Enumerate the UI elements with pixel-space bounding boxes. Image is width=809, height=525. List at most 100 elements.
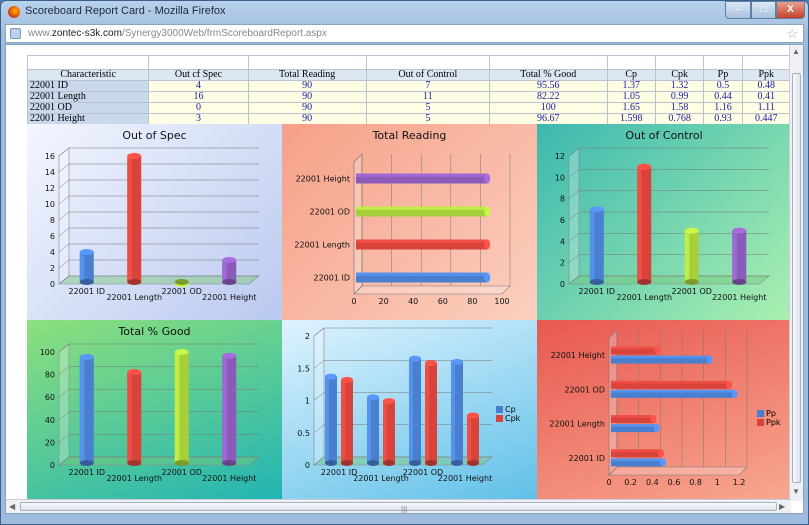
close-button[interactable]: X	[776, 1, 805, 19]
chart-panel-1: Out of Spec 0 2 4 6 8 10 12 14 16 22001 ID 22001 Le…	[27, 124, 282, 320]
bar	[127, 153, 142, 285]
bar-cap	[222, 257, 237, 263]
bar-base	[637, 279, 652, 285]
bar-highlight	[451, 361, 455, 463]
scroll-down-icon[interactable]: ▼	[792, 487, 800, 496]
y-tick-label: 10	[45, 200, 55, 209]
x-tick-label: 100	[494, 297, 509, 306]
x-tick-label: 0.6	[668, 478, 681, 487]
title-bar[interactable]: Scoreboard Report Card - Mozilla Firefox…	[1, 1, 808, 23]
scroll-left-icon[interactable]: ◀	[9, 502, 15, 511]
bar-cap	[79, 354, 94, 361]
horizontal-scrollbar[interactable]: ◀ ||| ▶	[6, 499, 791, 513]
url-text[interactable]: www.zontec-s3k.com/Synergy3000Web/frmSco…	[28, 28, 327, 39]
bar	[367, 394, 379, 466]
column-header[interactable]: Total % Good	[489, 69, 608, 81]
table-cell: 96.67	[489, 113, 608, 125]
column-header[interactable]: Total Reading	[247, 69, 367, 81]
x-tick-label: 0	[351, 297, 356, 306]
scroll-up-icon[interactable]: ▲	[792, 47, 800, 56]
y-tick-label: 8	[560, 195, 565, 204]
bar	[611, 355, 713, 364]
column-header[interactable]: Characteristic	[26, 69, 150, 81]
x-tick-label: 22001 Height	[202, 293, 256, 302]
charts-grid: Out of Spec 0 2 4 6 8 10 12 14 16 22001 ID 22001 Le…	[27, 124, 791, 501]
bar-highlight	[611, 346, 658, 350]
bar-highlight	[611, 389, 735, 393]
x-tick-label: 22001 OD	[162, 468, 202, 477]
bar	[222, 257, 237, 285]
table-cell: 1.05	[606, 91, 656, 103]
table-cell: 5	[365, 102, 491, 114]
bar-highlight	[325, 376, 329, 463]
vertical-scrollbar[interactable]: ▲ ▼	[789, 45, 803, 501]
row-label: 22001 ID	[26, 80, 150, 92]
table-cell: 1.11	[741, 102, 791, 114]
bar-base	[684, 279, 699, 285]
page-icon	[10, 28, 21, 39]
y-tick-label: 12	[555, 152, 565, 161]
bar	[611, 449, 664, 458]
bar-base	[127, 460, 142, 466]
address-bar[interactable]: www.zontec-s3k.com/Synergy3000Web/frmSco…	[5, 24, 804, 43]
blank-cell	[26, 55, 150, 70]
x-tick-label: 22001 Height	[712, 293, 766, 302]
y-tick-label: 22001 OD	[310, 208, 350, 217]
x-tick-label: 22001 Length	[353, 474, 409, 483]
browser-window: Scoreboard Report Card - Mozilla Firefox…	[0, 0, 809, 525]
bar-highlight	[684, 230, 690, 282]
bar	[79, 249, 94, 285]
x-tick-label: 22001 Height	[438, 474, 492, 483]
chart-panel-4: Total % Good 0 20 40 60 80 100 22001 ID 22001 Le…	[27, 320, 282, 501]
y-tick-label: 20	[45, 438, 55, 447]
maximize-button[interactable]: □	[751, 1, 776, 19]
bar-highlight	[341, 379, 345, 463]
vertical-scroll-thumb[interactable]	[792, 73, 801, 483]
bar-cap	[325, 373, 337, 380]
grip-icon: |||	[401, 505, 408, 514]
scroll-right-icon[interactable]: ▶	[779, 502, 785, 511]
bar-cap	[79, 249, 94, 255]
legend-label: Cpk	[505, 413, 521, 423]
bar-base	[451, 460, 463, 466]
column-header[interactable]: Cp	[606, 69, 656, 81]
legend-swatch	[496, 405, 503, 413]
bar	[79, 354, 94, 466]
table-cell: 1.65	[606, 102, 656, 114]
x-tick-label: 60	[438, 297, 448, 306]
column-header[interactable]: Out of Control	[365, 69, 491, 81]
table-cell: 0.93	[703, 113, 743, 125]
table-cell: 1.16	[703, 102, 743, 114]
y-tick-label: 80	[45, 371, 55, 380]
bar-base	[383, 460, 395, 466]
bar	[467, 412, 479, 466]
table-row: 22001 Length 16 90 11 82.22 1.05 0.99 0.44 0.41	[26, 91, 791, 103]
chart-svg: 0 0.2 0.4 0.6 0.8 1 1.2 22001 ID 22001 Length 220…	[549, 329, 748, 487]
bar	[611, 380, 733, 389]
x-tick-label: 0.8	[689, 478, 702, 487]
bar-highlight	[356, 206, 488, 210]
blank-cell	[247, 55, 367, 70]
column-header[interactable]: Cpk	[654, 69, 705, 81]
bar	[732, 227, 747, 285]
table-cell: 90	[247, 102, 367, 114]
bar	[325, 373, 337, 466]
minimize-button[interactable]: –	[725, 1, 751, 19]
y-tick-label: 4	[560, 237, 565, 246]
y-tick-label: 22001 ID	[568, 454, 605, 463]
column-header[interactable]: Pp	[703, 69, 743, 81]
y-tick-label: 0	[305, 461, 310, 470]
column-header[interactable]: Out cf Spec	[148, 69, 249, 81]
bar-highlight	[467, 415, 471, 463]
x-tick-label: 1.2	[733, 478, 746, 487]
bar-base	[425, 460, 437, 466]
legend-label: Ppk	[766, 417, 781, 427]
bar	[611, 415, 657, 424]
y-tick-label: 0.5	[297, 429, 310, 438]
column-header[interactable]: Ppk	[741, 69, 791, 81]
chart-panel-5: 0 0.5 1 1.5 2 22001 ID 22001 Length 22001 OD 220…	[282, 320, 537, 501]
horizontal-scroll-thumb[interactable]: |||	[20, 502, 777, 514]
legend-label: Pp	[766, 408, 776, 418]
bookmark-star-icon[interactable]: ☆	[786, 26, 798, 42]
y-tick-label: 2	[305, 332, 310, 341]
